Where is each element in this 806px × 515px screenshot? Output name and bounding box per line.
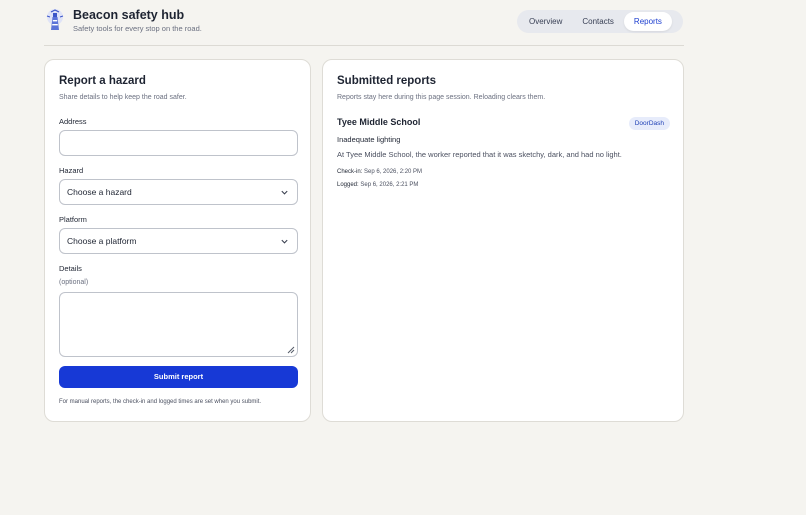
report-hazard-type: Inadequate lighting [337,135,401,144]
report-hazard-card: Report a hazard Share details to help ke… [44,59,311,422]
platform-select[interactable]: Choose a platform [59,228,298,254]
submitted-reports-card: Submitted reports Reports stay here duri… [322,59,684,422]
platform-select-value: Choose a platform [67,236,137,246]
tab-contacts[interactable]: Contacts [572,12,624,31]
submitted-reports-title: Submitted reports [337,75,437,87]
resize-handle-icon[interactable] [287,346,295,354]
main-nav: Overview Contacts Reports [517,10,683,33]
manual-report-footnote: For manual reports, the check-in and log… [59,399,262,405]
chevron-down-icon [281,190,288,195]
app-title: Beacon safety hub [73,8,185,22]
hazard-label: Hazard [59,166,84,175]
submit-report-button[interactable]: Submit report [59,366,298,388]
submitted-reports-subtitle: Reports stay here during this page sessi… [337,94,546,101]
report-location: Tyee Middle School [337,117,421,127]
address-input[interactable] [59,130,298,156]
report-form-title: Report a hazard [59,75,146,87]
logged-value: Sep 6, 2026, 2:21 PM [360,182,419,188]
hazard-select[interactable]: Choose a hazard [59,179,298,205]
details-optional-hint: (optional) [59,279,89,286]
hazard-select-value: Choose a hazard [67,187,132,197]
logged-label: Logged: [337,182,359,188]
platform-badge: DoorDash [628,117,670,130]
details-textarea[interactable] [59,292,298,357]
beacon-logo-icon [46,9,64,30]
chevron-down-icon [281,239,288,244]
app-header: Beacon safety hub Safety tools for every… [44,0,684,46]
tab-reports[interactable]: Reports [623,12,672,31]
report-form-subtitle: Share details to help keep the road safe… [59,94,187,101]
platform-label: Platform [59,215,87,224]
checkin-label: Check-in: [337,169,363,175]
address-label: Address [59,117,87,126]
app-subtitle: Safety tools for every stop on the road. [73,24,202,33]
checkin-value: Sep 6, 2026, 2:20 PM [364,169,423,175]
report-details: At Tyee Middle School, the worker report… [337,150,622,159]
report-logged: Logged: Sep 6, 2026, 2:21 PM [337,182,418,188]
details-label: Details [59,264,82,273]
report-checkin: Check-in: Sep 6, 2026, 2:20 PM [337,169,422,175]
tab-overview[interactable]: Overview [519,12,572,31]
